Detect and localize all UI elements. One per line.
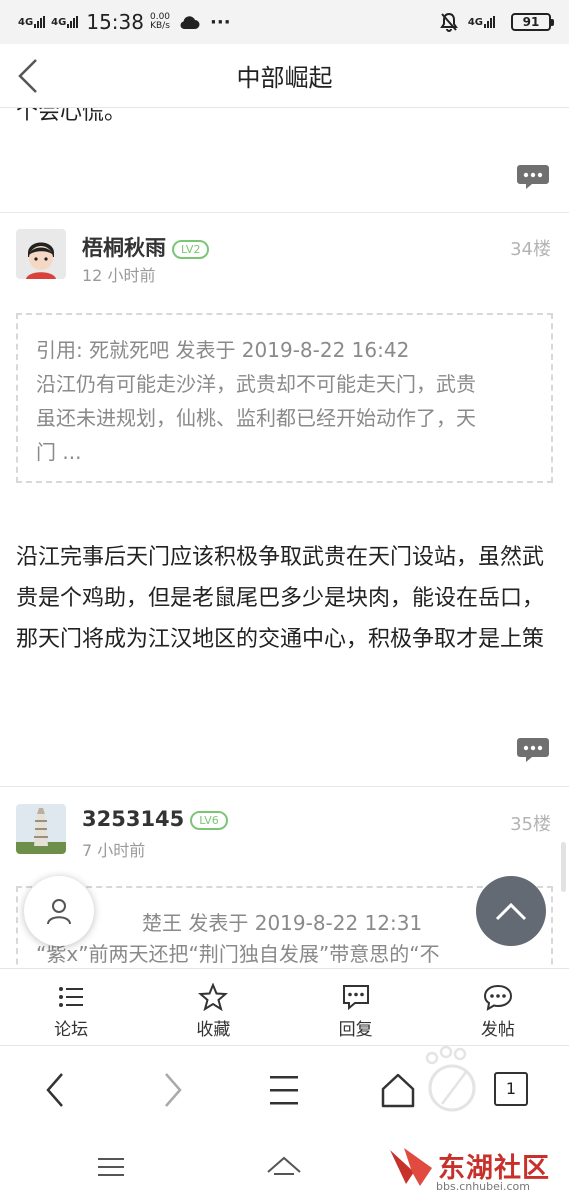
menu-icon[interactable]	[264, 1070, 304, 1110]
post-divider	[0, 212, 569, 213]
decorative-watermark-icon	[425, 1046, 476, 1112]
browser-back-icon[interactable]	[36, 1070, 76, 1110]
quote-line: “紫x”前两天还把“荆门独自发展”带意思的“不	[36, 942, 440, 966]
signal-indicator-1: 4G	[18, 16, 46, 28]
recent-apps-icon[interactable]	[96, 1156, 126, 1178]
quote-line: 沿江仍有可能走沙洋，武贵却不可能走天门，武贵	[36, 372, 476, 396]
list-icon	[59, 987, 84, 1007]
avatar[interactable]	[16, 804, 66, 854]
quote-line: 门 ...	[36, 440, 82, 464]
user-float-button[interactable]	[24, 876, 94, 946]
favorite-button[interactable]: 收藏	[142, 969, 284, 1045]
quote-block: 引用: 死就死吧 发表于 2019-8-22 16:42 沿江仍有可能走沙洋，武…	[16, 313, 553, 483]
page-title: 中部崛起	[236, 64, 333, 92]
post-body: 沿江完事后天门应该积极争取武贵在天门设站，虽然武贵是个鸡助，但是老鼠尾巴多少是块…	[16, 545, 545, 652]
reply-button[interactable]: 回复	[285, 969, 427, 1045]
new-post-label: 发帖	[480, 1020, 515, 1040]
star-icon	[198, 983, 229, 1011]
quote-line: 虽还未进规划，仙桃、监利都已经开始动作了，天	[36, 406, 476, 430]
signal-indicator-3: 4G	[468, 16, 495, 28]
tabs-button[interactable]: 1	[494, 1072, 528, 1106]
post-icon	[483, 984, 512, 1011]
floor-number: 34楼	[510, 239, 551, 260]
watermark-logo	[390, 1148, 432, 1186]
avatar[interactable]	[16, 229, 66, 279]
post-divider	[0, 786, 569, 787]
more-dots: ···	[210, 11, 231, 33]
thread-content: 个会心慌。 梧桐秋雨 LV2 12 小时前 34楼 引用: 死就死吧 发表于 20…	[0, 108, 569, 968]
previous-post-text: 个会心慌。	[16, 108, 127, 125]
home-icon[interactable]	[378, 1070, 418, 1110]
forum-button[interactable]: 论坛	[0, 969, 142, 1045]
level-badge: LV2	[172, 239, 210, 259]
watermark-url: bbs.cnhubei.com	[436, 1180, 530, 1193]
browser-toolbar	[0, 1046, 569, 1132]
chevron-up-icon	[495, 902, 527, 921]
system-home-icon[interactable]	[264, 1152, 304, 1178]
reply-bubble-icon[interactable]	[516, 737, 550, 763]
signal-indicator-2: 4G	[51, 16, 79, 28]
reply-icon	[342, 985, 369, 1011]
username[interactable]: 梧桐秋雨 LV2	[82, 232, 210, 262]
floor-number: 35楼	[510, 814, 551, 835]
scrollbar[interactable]	[561, 842, 566, 892]
new-post-button[interactable]: 发帖	[427, 969, 569, 1045]
browser-forward-icon[interactable]	[152, 1070, 192, 1110]
quote-header: 引用: 死就死吧 发表于 2019-8-22 16:42	[36, 338, 410, 362]
post-time: 7 小时前	[82, 841, 146, 860]
post-time: 12 小时前	[82, 266, 156, 285]
favorite-label: 收藏	[196, 1020, 231, 1040]
quote-header: 楚王 发表于 2019-8-22 12:31	[142, 911, 423, 935]
forum-label: 论坛	[54, 1020, 89, 1040]
status-bar: 4G 4G 15:38 0.00 KB/s ··· 4G 91	[0, 0, 569, 44]
username[interactable]: 3253145 LV6	[82, 807, 228, 831]
reply-label: 回复	[338, 1020, 373, 1040]
back-to-top-button[interactable]	[476, 876, 546, 946]
battery-indicator: 91	[511, 13, 554, 31]
clock: 15:38	[86, 10, 144, 34]
network-speed: 0.00 KB/s	[149, 12, 171, 31]
cloud-icon	[180, 16, 200, 29]
nav-header: 中部崛起	[0, 44, 569, 108]
forum-toolbar: 论坛 收藏 回复 发帖	[0, 968, 569, 1046]
reply-bubble-icon[interactable]	[516, 164, 550, 190]
level-badge: LV6	[190, 810, 228, 830]
user-icon	[47, 899, 71, 925]
mute-bell-icon	[439, 12, 458, 32]
